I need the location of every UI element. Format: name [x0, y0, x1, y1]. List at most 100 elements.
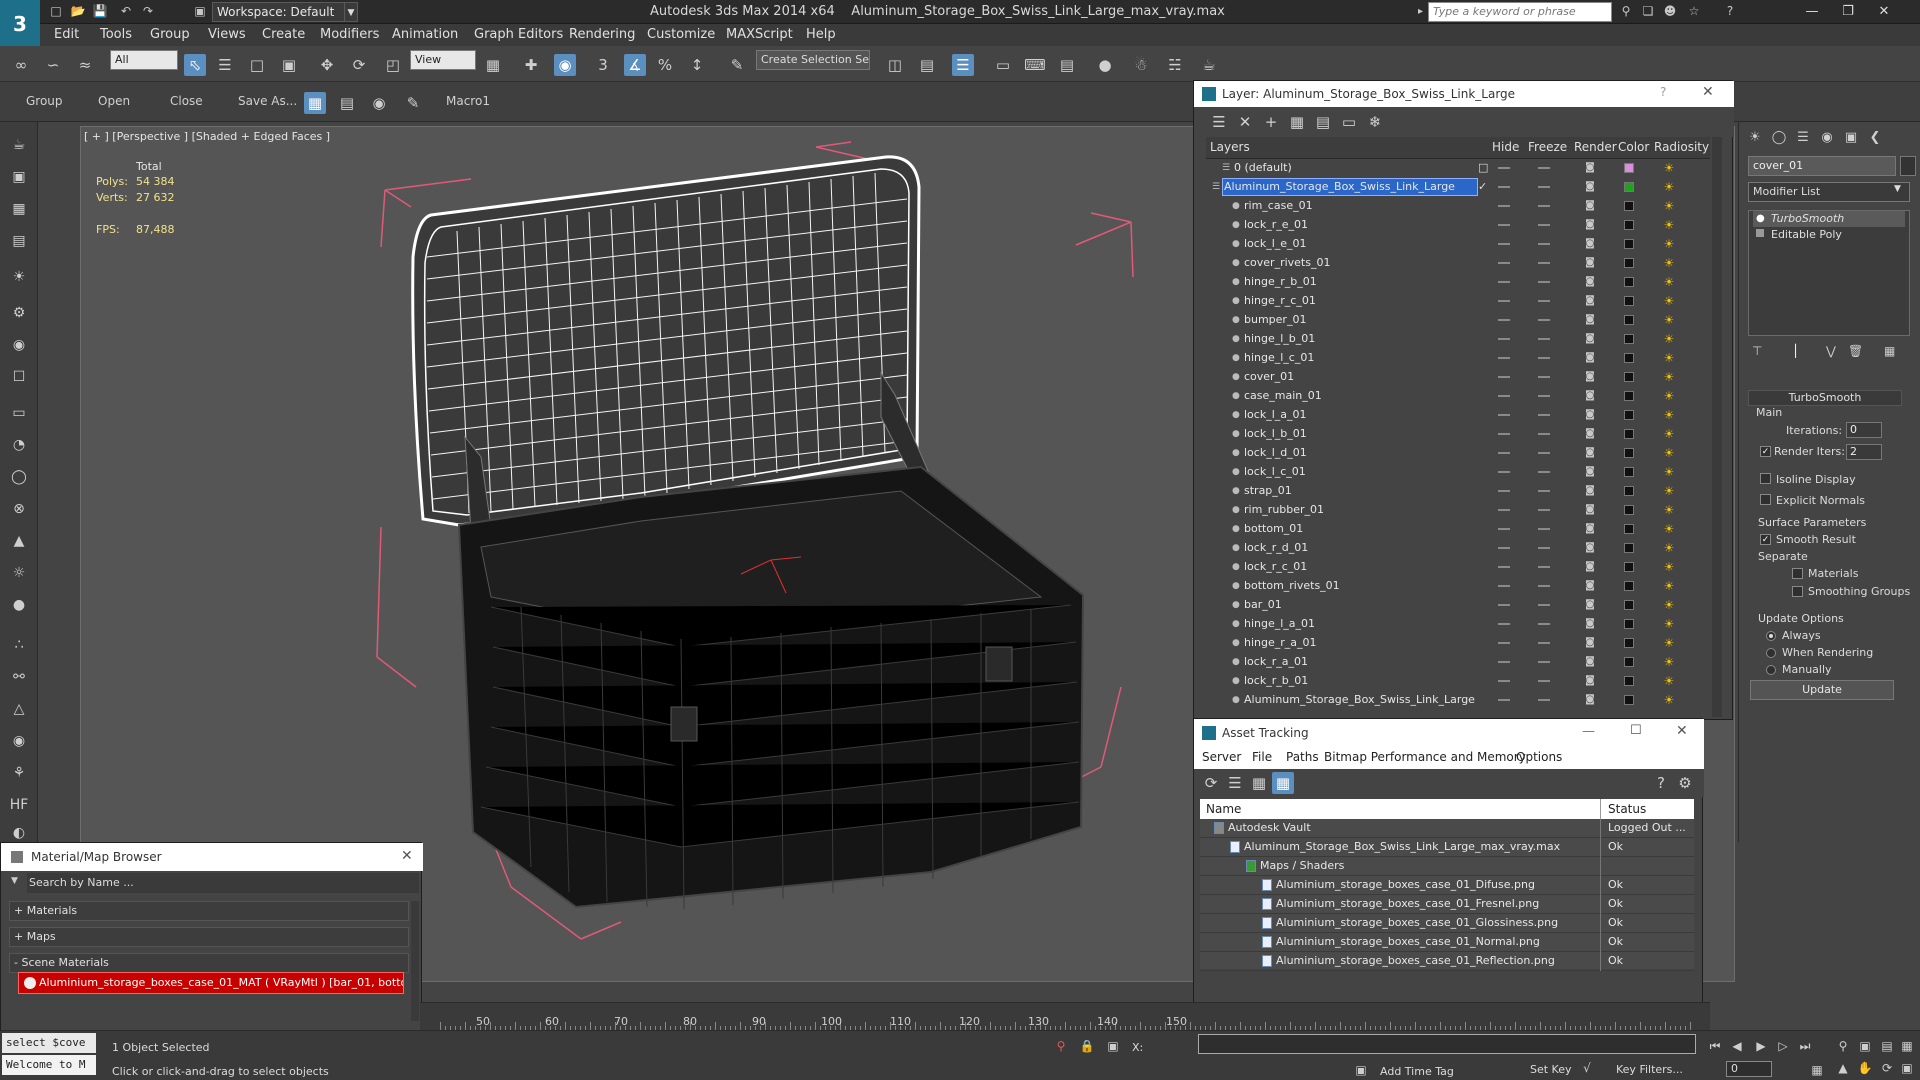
- radiosity-sun-icon[interactable]: ☀: [1662, 541, 1676, 555]
- grid-icon[interactable]: ▦: [8, 198, 30, 220]
- radiosity-sun-icon[interactable]: ☀: [1662, 389, 1676, 403]
- layer-color-swatch[interactable]: [1624, 467, 1634, 477]
- hide-toggle[interactable]: [1498, 357, 1510, 359]
- current-frame-field[interactable]: 0: [1726, 1061, 1772, 1077]
- show-end-result-icon[interactable]: │: [1792, 344, 1799, 358]
- torus-icon[interactable]: ⊗: [8, 498, 30, 520]
- radiosity-sun-icon[interactable]: ☀: [1662, 693, 1676, 707]
- current-layer-check-icon[interactable]: ✓: [1478, 180, 1487, 193]
- radiosity-sun-icon[interactable]: ☀: [1662, 579, 1676, 593]
- layer-name[interactable]: lock_r_e_01: [1244, 218, 1308, 231]
- field-of-view-icon[interactable]: ▲: [1834, 1059, 1852, 1077]
- layer-row[interactable]: ● lock_l_c_01 ◙ ☀: [1206, 463, 1710, 482]
- hide-toggle[interactable]: [1498, 509, 1510, 511]
- freeze-toggle[interactable]: [1538, 566, 1550, 568]
- radiosity-sun-icon[interactable]: ☀: [1662, 427, 1676, 441]
- absolute-mode-icon[interactable]: ▣: [1104, 1037, 1122, 1055]
- hide-toggle[interactable]: [1498, 376, 1510, 378]
- layer-color-swatch[interactable]: [1624, 676, 1634, 686]
- configure-sets-icon[interactable]: ▦: [1884, 344, 1895, 358]
- align-icon[interactable]: ▤: [916, 54, 938, 76]
- stack-item-editable-poly[interactable]: Editable Poly: [1753, 227, 1905, 243]
- layer-row[interactable]: ☰ Aluminum_Storage_Box_Swiss_Link_Large ✓ ◙…: [1206, 178, 1710, 197]
- radiosity-sun-icon[interactable]: ☀: [1662, 484, 1676, 498]
- layer-name[interactable]: case_main_01: [1244, 389, 1322, 402]
- render-teapot-icon[interactable]: ◙: [1584, 333, 1596, 345]
- viewport-label[interactable]: [ + ] [Perspective ] [Shaded + Edged Fac…: [84, 130, 330, 143]
- render-teapot-icon[interactable]: ◙: [1584, 428, 1596, 440]
- sphere-icon[interactable]: ◯: [8, 466, 30, 488]
- layer-name[interactable]: bumper_01: [1244, 313, 1306, 326]
- freeze-toggle[interactable]: [1538, 623, 1550, 625]
- layer-color-swatch[interactable]: [1624, 163, 1634, 173]
- freeze-toggle[interactable]: [1538, 471, 1550, 473]
- hide-toggle[interactable]: [1498, 604, 1510, 606]
- render-setup-icon[interactable]: ☃: [1130, 54, 1152, 76]
- layer-row[interactable]: ● rim_case_01 ◙ ☀: [1206, 197, 1710, 216]
- particles-icon[interactable]: ∴: [8, 634, 30, 656]
- layer-name[interactable]: Aluminum_Storage_Box_Swiss_Link_Large: [1224, 180, 1455, 193]
- radiosity-sun-icon[interactable]: ☀: [1662, 503, 1676, 517]
- lock-selection-icon[interactable]: 🔒: [1078, 1037, 1096, 1055]
- hide-toggle[interactable]: [1498, 547, 1510, 549]
- render-teapot-icon[interactable]: ◙: [1584, 295, 1596, 307]
- spinner-snap-icon[interactable]: ↕: [686, 54, 708, 76]
- rect-selection-icon[interactable]: □: [246, 54, 268, 76]
- layer-name[interactable]: hinge_r_a_01: [1244, 636, 1317, 649]
- scene-materials-group[interactable]: - Scene Materials: [9, 953, 409, 973]
- hemisphere-icon[interactable]: ◔: [8, 434, 30, 456]
- macro1-button[interactable]: Macro1: [446, 94, 490, 108]
- select-object-icon[interactable]: ⬁: [184, 54, 206, 76]
- layer-color-swatch[interactable]: [1624, 182, 1634, 192]
- radiosity-sun-icon[interactable]: ☀: [1662, 446, 1676, 460]
- select-manipulate-icon[interactable]: ✚: [520, 54, 542, 76]
- freeze-toggle[interactable]: [1538, 433, 1550, 435]
- hide-toggle[interactable]: [1498, 167, 1510, 169]
- freeze-toggle[interactable]: [1538, 547, 1550, 549]
- freeze-toggle[interactable]: [1538, 680, 1550, 682]
- cloth-icon[interactable]: ◐: [8, 822, 30, 844]
- layer-row[interactable]: ● hinge_l_c_01 ◙ ☀: [1206, 349, 1710, 368]
- hide-toggle[interactable]: [1498, 338, 1510, 340]
- zoom-icon[interactable]: ⚲: [1834, 1037, 1852, 1055]
- scene-material-entry[interactable]: Aluminium_storage_boxes_case_01_MAT ( VR…: [18, 972, 404, 994]
- hide-all-icon[interactable]: ▭: [1338, 111, 1360, 133]
- refresh-icon[interactable]: ⟳: [1200, 772, 1222, 794]
- highlight-layer-icon[interactable]: ▤: [1312, 111, 1334, 133]
- maps-group[interactable]: + Maps: [9, 927, 409, 947]
- layer-name[interactable]: rim_rubber_01: [1244, 503, 1324, 516]
- layer-name[interactable]: hinge_l_a_01: [1244, 617, 1315, 630]
- layer-name[interactable]: hinge_r_b_01: [1244, 275, 1317, 288]
- hide-toggle[interactable]: [1498, 262, 1510, 264]
- close-icon[interactable]: ✕: [1676, 723, 1688, 739]
- macro-a-icon[interactable]: ▦: [304, 92, 326, 114]
- layer-color-swatch[interactable]: [1624, 239, 1634, 249]
- render-teapot-icon[interactable]: ◙: [1584, 599, 1596, 611]
- stack-item-turbosmooth[interactable]: TurboSmooth: [1753, 211, 1905, 227]
- macro-c-icon[interactable]: ◉: [368, 92, 390, 114]
- globe-icon[interactable]: ◉: [8, 730, 30, 752]
- bind-space-warp-icon[interactable]: ≈: [74, 54, 96, 76]
- layer-row[interactable]: ● hinge_l_b_01 ◙ ☀: [1206, 330, 1710, 349]
- layer-manager-icon[interactable]: ☰: [952, 54, 974, 76]
- layer-color-swatch[interactable]: [1624, 258, 1634, 268]
- settings-icon[interactable]: ⚙: [1674, 772, 1696, 794]
- play-icon[interactable]: ▶: [1752, 1037, 1770, 1055]
- menu-rendering[interactable]: Rendering: [569, 24, 635, 46]
- layer-color-swatch[interactable]: [1624, 296, 1634, 306]
- layer-row[interactable]: ● bar_01 ◙ ☀: [1206, 596, 1710, 615]
- freeze-toggle[interactable]: [1538, 205, 1550, 207]
- radiosity-sun-icon[interactable]: ☀: [1662, 370, 1676, 384]
- orbit-icon[interactable]: ⟳: [1878, 1059, 1896, 1077]
- named-selection-dropdown[interactable]: Create Selection Se: [756, 50, 870, 70]
- menu-file[interactable]: File: [1252, 750, 1272, 764]
- table-view-icon[interactable]: ▦: [1272, 772, 1294, 794]
- layer-name[interactable]: hinge_l_c_01: [1244, 351, 1314, 364]
- camera-icon[interactable]: ◉: [8, 334, 30, 356]
- go-to-end-icon[interactable]: ⏭: [1796, 1037, 1814, 1055]
- layer-scrollbar[interactable]: [1712, 137, 1722, 717]
- radiosity-sun-icon[interactable]: ☀: [1662, 313, 1676, 327]
- link-icon[interactable]: ∞: [10, 54, 32, 76]
- object-name-field[interactable]: cover_01: [1748, 156, 1896, 176]
- schematic-view-icon[interactable]: ▤: [1056, 54, 1078, 76]
